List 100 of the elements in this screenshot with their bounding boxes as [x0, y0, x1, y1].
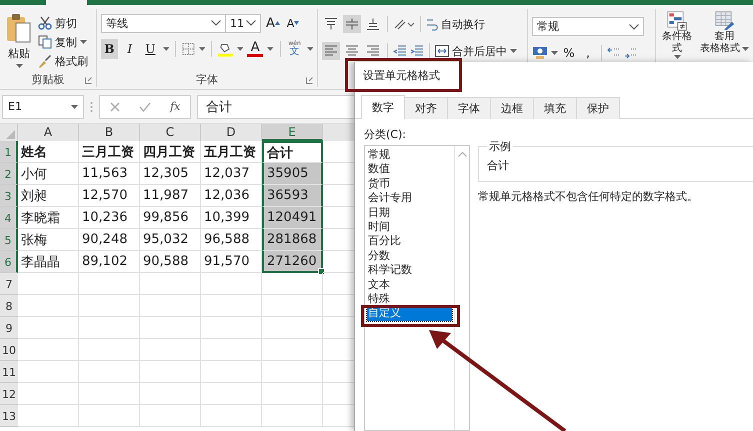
font-color-button[interactable]: A — [247, 41, 264, 57]
table-cell — [201, 295, 262, 317]
row-header[interactable]: 4 — [0, 207, 18, 229]
category-item[interactable]: 特殊 — [367, 292, 452, 306]
table-cell — [18, 405, 79, 427]
launcher-icon[interactable] — [85, 77, 92, 84]
table-cell — [140, 295, 201, 317]
dialog-tab[interactable]: 对齐 — [404, 97, 448, 119]
table-cell — [140, 339, 201, 361]
table-cell — [140, 273, 201, 295]
category-item[interactable]: 货币 — [367, 176, 452, 192]
borders-icon[interactable] — [182, 42, 195, 56]
table-cell: 90,248 — [79, 229, 140, 251]
description-text: 常规单元格格式不包含任何特定的数字格式。 — [478, 189, 699, 204]
row-header[interactable]: 8 — [0, 295, 18, 317]
caret-icon — [510, 49, 517, 53]
table-cell: 89,102 — [79, 251, 140, 273]
currency-icon[interactable] — [532, 46, 548, 60]
table-cell — [140, 361, 201, 383]
dialog-tab[interactable]: 边框 — [490, 97, 534, 119]
indent-icon[interactable] — [410, 45, 424, 57]
row-header[interactable]: 2 — [0, 163, 18, 185]
group-label: 剪贴板 — [32, 72, 64, 86]
wrap-text-button[interactable]: 自动换行 — [426, 16, 485, 32]
table-cell: 95,032 — [140, 229, 201, 251]
category-item[interactable]: 会计专用 — [367, 191, 452, 206]
table-brush-icon — [714, 11, 734, 31]
row-header[interactable]: 13 — [0, 405, 18, 427]
row-header[interactable]: 12 — [0, 383, 18, 405]
table-cell — [201, 361, 262, 383]
row-header[interactable]: 9 — [0, 317, 18, 339]
vertical-align-button[interactable] — [343, 15, 361, 33]
caret-icon — [71, 104, 78, 108]
align-lines-icon — [366, 45, 380, 57]
font-style-button[interactable]: U — [142, 39, 159, 59]
font-style-button[interactable]: B — [101, 39, 118, 59]
group-label: 字体 — [196, 72, 218, 86]
insert-function-button[interactable]: fx — [170, 100, 180, 113]
font-size-field[interactable]: 11 — [225, 14, 261, 32]
text-angle-icon[interactable] — [393, 18, 415, 30]
column-header[interactable]: A — [18, 124, 79, 141]
comma-button[interactable]: , — [580, 43, 596, 63]
column-header[interactable]: E — [262, 124, 323, 141]
chevron-down-icon — [629, 24, 639, 30]
row-header[interactable]: 3 — [0, 185, 18, 207]
decrease-decimal-icon[interactable] — [624, 47, 638, 59]
category-item[interactable]: 数值 — [367, 162, 452, 177]
table-cell — [140, 383, 201, 405]
grow-font-button[interactable]: A — [265, 13, 281, 33]
merge-center-button[interactable]: 合并后居中 — [435, 43, 517, 59]
font-style-button[interactable]: I — [122, 39, 138, 59]
dialog-tab[interactable]: 字体 — [447, 97, 491, 119]
category-item[interactable]: 百分比 — [367, 234, 452, 249]
fill-color-icon[interactable] — [218, 41, 233, 57]
row-header[interactable]: 1 — [0, 141, 18, 163]
table-cell — [140, 317, 201, 339]
row-header[interactable]: 7 — [0, 273, 18, 295]
table-cell: 三月工资 — [79, 141, 140, 163]
table-cell — [79, 317, 140, 339]
number-format-field[interactable]: 常规 — [532, 17, 644, 36]
table-cell — [140, 405, 201, 427]
indent-icon[interactable] — [393, 45, 407, 57]
chevron-down-icon — [211, 20, 221, 26]
column-header[interactable]: C — [140, 124, 201, 141]
dialog-tab[interactable]: 保护 — [576, 97, 620, 119]
dialog-tab[interactable]: 填充 — [533, 97, 577, 119]
name-box[interactable]: E1 — [2, 94, 84, 118]
dialog-title: 设置单元格格式 — [363, 68, 440, 83]
row-header[interactable]: 10 — [0, 339, 18, 361]
wrap-icon — [426, 17, 438, 31]
cut-button[interactable]: 剪切 — [38, 15, 88, 31]
font-name-field[interactable]: 等线 — [101, 14, 226, 32]
table-cell: 90,588 — [140, 251, 201, 273]
check-icon[interactable] — [138, 102, 151, 112]
table-cell — [79, 339, 140, 361]
column-header[interactable]: B — [79, 124, 140, 141]
category-item[interactable]: 文本 — [367, 278, 452, 292]
fill-handle[interactable] — [318, 268, 325, 275]
table-cell: 36593 — [262, 185, 323, 207]
table-cell — [18, 339, 79, 361]
category-item[interactable]: 分数 — [367, 248, 452, 264]
row-header[interactable]: 5 — [0, 229, 18, 251]
category-item[interactable]: 科学记数 — [367, 263, 452, 278]
launcher-icon[interactable] — [306, 77, 313, 84]
percent-button[interactable]: % — [561, 43, 577, 63]
dialog-tab[interactable]: 数字 — [361, 95, 405, 119]
row-header[interactable]: 6 — [0, 251, 18, 273]
grip-icon — [90, 100, 93, 112]
format-painter-button[interactable]: 格式刷 — [38, 53, 88, 69]
paste-button[interactable]: 粘贴 — [4, 13, 34, 71]
category-item[interactable]: 日期 — [367, 206, 452, 220]
shrink-font-button[interactable]: A — [285, 13, 301, 33]
row-header[interactable]: 11 — [0, 361, 18, 383]
table-cell: 12,570 — [79, 185, 140, 207]
category-item[interactable]: 常规 — [367, 148, 452, 162]
category-item[interactable]: 时间 — [367, 220, 452, 234]
table-cell: 120491 — [262, 207, 323, 229]
copy-button[interactable]: 复制 — [38, 34, 88, 50]
brush-icon — [38, 54, 52, 68]
horizontal-align-button[interactable] — [322, 42, 340, 60]
